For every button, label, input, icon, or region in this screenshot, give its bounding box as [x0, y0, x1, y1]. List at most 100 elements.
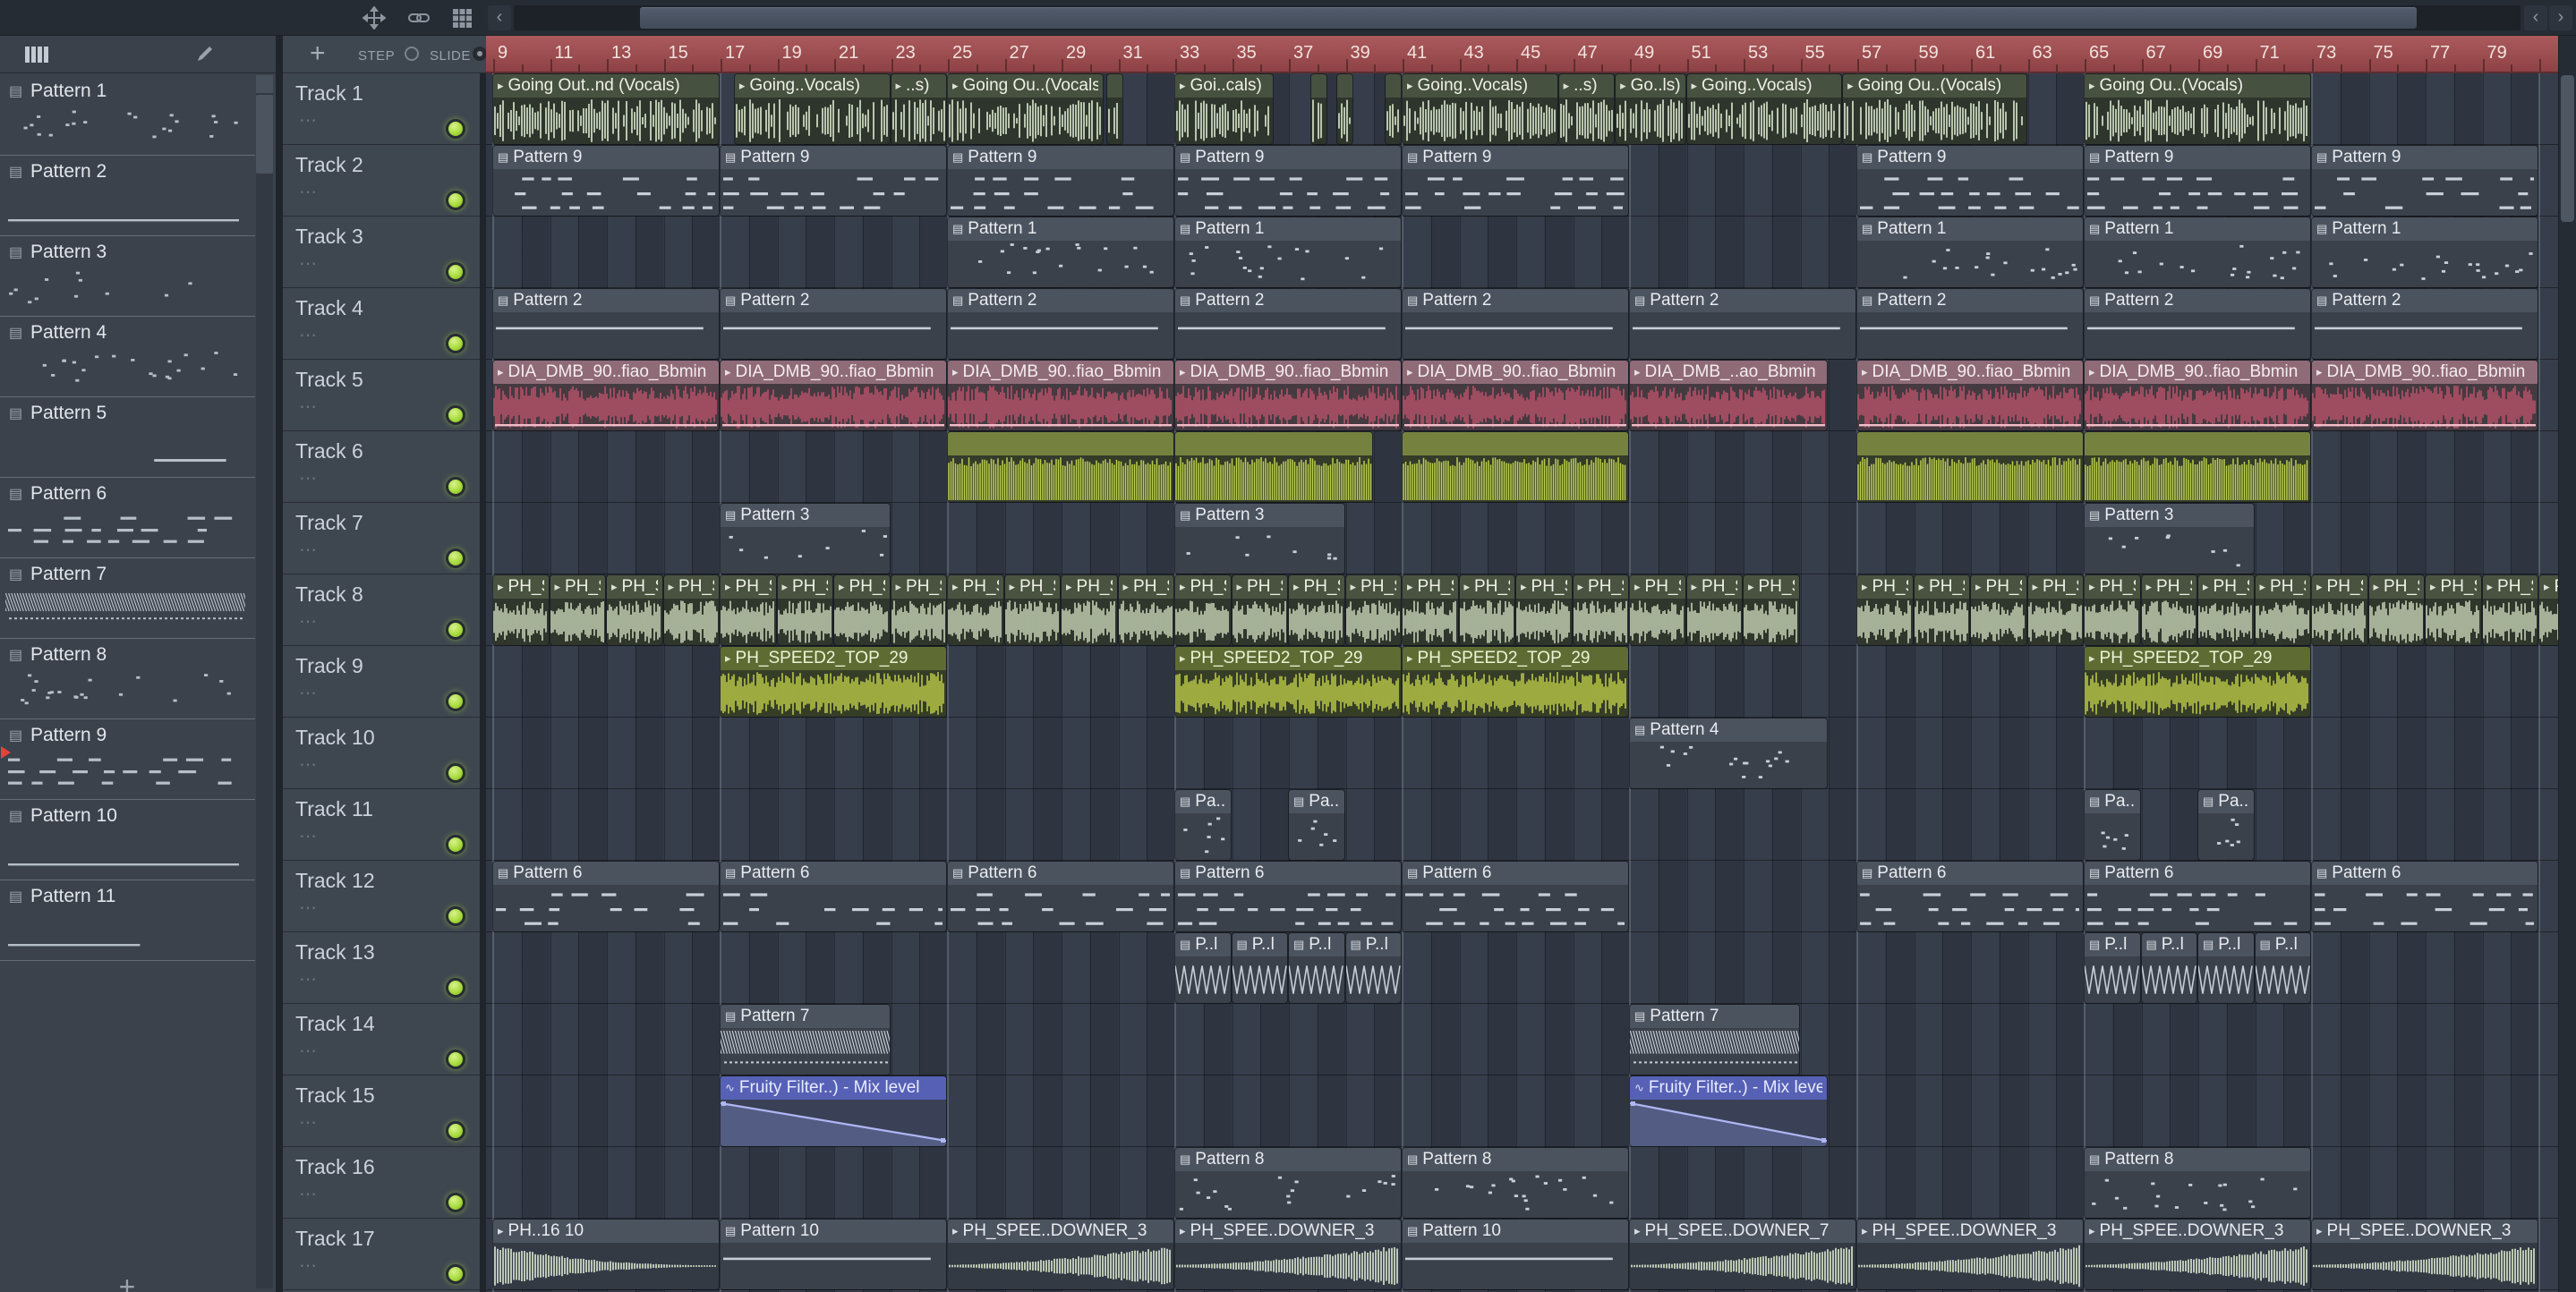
playlist-clip[interactable]: ▤ Pattern 7 [721, 1005, 890, 1075]
playlist-clip[interactable]: ▸PH_S.._45 [493, 575, 549, 645]
track-mute-led[interactable] [446, 620, 465, 640]
playlist-clip[interactable]: ▸ Going Out..nd (Vocals) [493, 74, 719, 144]
track-header-track-15[interactable]: Track 15 ⋯ [283, 1075, 480, 1147]
track-options-dots[interactable]: ⋯ [299, 181, 317, 203]
playlist-clip[interactable]: ▤ Pattern 10 [721, 1220, 946, 1289]
track-options-dots[interactable]: ⋯ [299, 897, 317, 919]
playlist-clip[interactable]: ▸PH_S.._45 [2198, 575, 2254, 645]
playlist-clip[interactable]: ▸ PH_SPEE..DOWNER_3 [2085, 1220, 2310, 1289]
playlist-clip[interactable]: ▤ Pattern 2 [948, 289, 1173, 359]
playlist-clip[interactable]: ▤ Pattern 1 [1857, 217, 2083, 287]
track-mute-led[interactable] [446, 119, 465, 139]
hscroll-right-button[interactable]: › [2549, 5, 2572, 30]
playlist-clip[interactable]: ▤ Pattern 6 [2312, 862, 2538, 931]
playlist-clip[interactable]: ▤ Pattern 6 [721, 862, 946, 931]
track-mute-led[interactable] [446, 978, 465, 998]
playlist-clip[interactable]: ▸PH_S.._45 [663, 575, 719, 645]
playlist-clip[interactable]: ▸ Going Ou..(Vocals) [2085, 74, 2310, 144]
playlist-clip[interactable] [2085, 432, 2310, 502]
playlist-clip[interactable]: ▸PH_S.._45 [1459, 575, 1514, 645]
playlist-clip[interactable]: ▸ PH_SPEE..DOWNER_3 [1175, 1220, 1401, 1289]
playlist-clip[interactable]: ▸ Going..Vocals) [734, 74, 890, 144]
track-options-dots[interactable]: ⋯ [299, 1183, 317, 1205]
edit-pencil-icon[interactable] [195, 44, 215, 68]
playlist-clip[interactable]: ▤ Pattern 1 [2085, 217, 2310, 287]
step-toggle[interactable] [405, 47, 419, 61]
playlist-clip[interactable]: ▤ Pattern 2 [1630, 289, 1855, 359]
hscroll-thumb[interactable] [640, 7, 2417, 29]
playlist-clip[interactable]: ▤ P..l [1175, 933, 1231, 1003]
pattern-list-scroll-thumb[interactable] [256, 95, 273, 174]
playlist-clip[interactable]: ▸PH_S.._45 [891, 575, 946, 645]
playlist-clip[interactable]: ▤Pa..n 5 [2085, 790, 2140, 860]
pattern-list-scroll-button[interactable] [256, 75, 273, 93]
playlist-clip[interactable]: ▸ Going Ou..(Vocals) [1843, 74, 2026, 144]
playlist-clip[interactable]: ▤ P..l [1289, 933, 1344, 1003]
playlist-clip[interactable]: ▸PH_S.._45 [1914, 575, 1969, 645]
playlist-clip[interactable]: ▤ Pattern 1 [2312, 217, 2538, 287]
vertical-scrollbar[interactable] [2558, 36, 2576, 1292]
track-options-dots[interactable]: ⋯ [299, 1040, 317, 1062]
playlist-clip[interactable]: ▸PH_S.._45 [2027, 575, 2083, 645]
track-mute-led[interactable] [446, 1264, 465, 1284]
pattern-list-item[interactable]: ▤ Pattern 6 [0, 478, 255, 558]
playlist-clip[interactable]: ▤ Pattern 2 [1857, 289, 2083, 359]
playlist-clip[interactable]: ▸ PH..16 10 [493, 1220, 719, 1289]
track-mute-led[interactable] [446, 692, 465, 711]
track-header-track-13[interactable]: Track 13 ⋯ [283, 932, 480, 1004]
track-mute-led[interactable] [446, 405, 465, 425]
track-options-dots[interactable]: ⋯ [299, 467, 317, 489]
track-options-dots[interactable]: ⋯ [299, 395, 317, 418]
playlist-clip[interactable]: ∿ Fruity Filter..) - Mix level [1630, 1076, 1828, 1146]
track-options-dots[interactable]: ⋯ [299, 1111, 317, 1134]
playlist-clip[interactable]: ▸PH_S.._45 [2255, 575, 2310, 645]
track-header-track-1[interactable]: Track 1 ⋯ [283, 73, 480, 145]
playlist-clip[interactable]: ▤ Pattern 9 [1403, 146, 1628, 216]
playlist-clip[interactable]: ▤Pa..n 5 [1175, 790, 1231, 860]
playlist-clip[interactable]: ▸ Goi..cals) [1175, 74, 1274, 144]
pattern-list-item[interactable]: ▤ Pattern 10 [0, 800, 255, 880]
playlist-clip[interactable]: ▸PH_S.._45 [1004, 575, 1060, 645]
vertical-scroll-thumb[interactable] [2561, 75, 2574, 222]
playlist-clip[interactable]: ▸PH_S.._45 [834, 575, 890, 645]
playlist-clip[interactable]: ▤ Pattern 9 [493, 146, 719, 216]
pattern-list-item[interactable]: ▤ Pattern 2 [0, 156, 255, 236]
track-options-dots[interactable]: ⋯ [299, 109, 317, 132]
playlist-clip[interactable]: ▸PH_S.._45 [1971, 575, 2026, 645]
playlist-clip[interactable]: ▸ DIA_DMB_90..fiao_Bbmin [2085, 361, 2310, 430]
playlist-clip[interactable]: ▤ Pattern 1 [948, 217, 1173, 287]
playlist-clip[interactable]: ▸PH_S.._45 [2482, 575, 2538, 645]
playlist-clip[interactable]: ▤ Pattern 3 [2085, 504, 2254, 574]
playlist-clip[interactable]: ▸ ..s) [1558, 74, 1615, 144]
playlist-clip[interactable]: ▤ P..l [2085, 933, 2140, 1003]
playlist-clip[interactable]: ▸PH_S.._45 [1516, 575, 1572, 645]
playlist-clip[interactable]: ▤Pa..n 5 [2198, 790, 2254, 860]
playlist-clip[interactable]: ▸ DIA_DMB_90..fiao_Bbmin [1175, 361, 1401, 430]
playlist-clip[interactable]: ▸PH_S.._45 [1118, 575, 1173, 645]
playlist-clip[interactable] [948, 432, 1173, 502]
playlist-grid[interactable]: ▸ Going Out..nd (Vocals) ▸ Going..Vocals) ▸.… [486, 73, 2558, 1292]
playlist-clip[interactable]: ▸PH_S.._45 [1573, 575, 1628, 645]
playlist-clip[interactable]: ▤ P..l [2198, 933, 2254, 1003]
track-mute-led[interactable] [446, 548, 465, 568]
playlist-clip[interactable]: ▸ DIA_DMB_90..fiao_Bbmin [2312, 361, 2538, 430]
playlist-clip[interactable]: ▸PH_S.._45 [1232, 575, 1287, 645]
track-mute-led[interactable] [446, 763, 465, 783]
playlist-clip[interactable]: ▸PH_S.._45 [550, 575, 605, 645]
track-header-track-8[interactable]: Track 8 ⋯ [283, 574, 480, 646]
playlist-clip[interactable]: ▤Pa..n 5 [1289, 790, 1344, 860]
track-mute-led[interactable] [446, 1193, 465, 1212]
playlist-clip[interactable]: ▤ P..l [2255, 933, 2310, 1003]
playlist-clip[interactable]: ▸PH_S.._45 [1062, 575, 1117, 645]
add-pattern-button[interactable]: + [106, 1271, 149, 1292]
playlist-clip[interactable]: ▸ DIA_DMB_..ao_Bbmin [1630, 361, 1828, 430]
track-mute-led[interactable] [446, 906, 465, 926]
link-tool-icon[interactable] [407, 6, 431, 30]
pattern-list-scrollbar[interactable] [256, 75, 273, 1288]
track-header-track-17[interactable]: Track 17 ⋯ [283, 1219, 480, 1290]
playlist-clip[interactable]: ▸ PH_SPEE..DOWNER_3 [948, 1220, 1173, 1289]
playlist-clip[interactable]: ▤ P..l [2141, 933, 2196, 1003]
pattern-list-item[interactable]: ▤ Pattern 8 [0, 639, 255, 719]
playlist-clip[interactable]: ▸PH_S.._45 [2312, 575, 2367, 645]
playlist-clip[interactable]: ▸ DIA_DMB_90..fiao_Bbmin [493, 361, 719, 430]
